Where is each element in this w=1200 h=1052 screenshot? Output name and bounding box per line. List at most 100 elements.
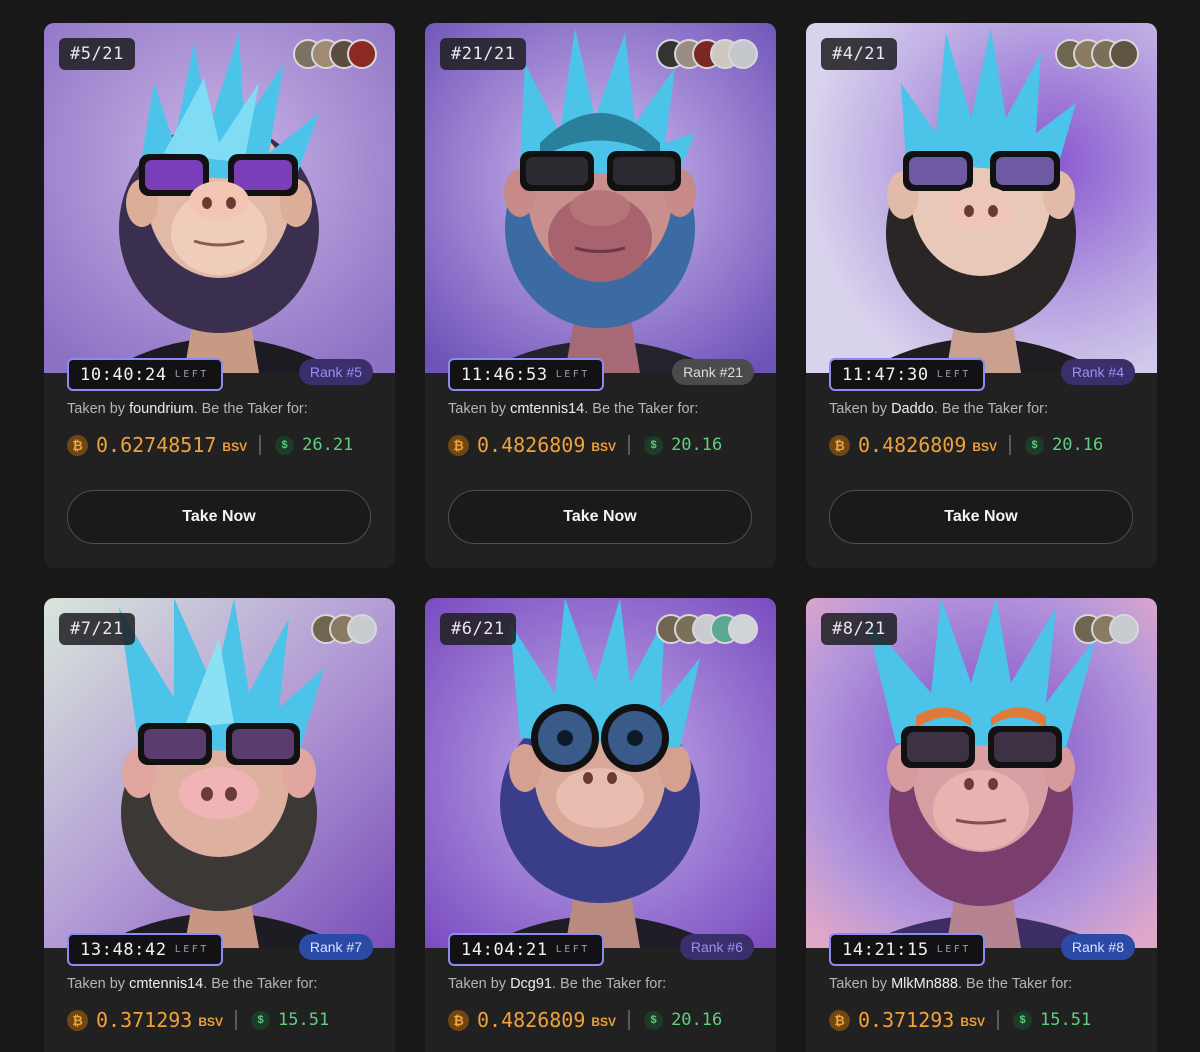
countdown-timer: 11:46:53 LEFT: [448, 358, 604, 391]
take-now-button[interactable]: Take Now: [448, 490, 752, 544]
ape-avatar-image: [44, 598, 395, 948]
nft-artwork[interactable]: #8/21: [806, 598, 1157, 948]
price-bsv: 0.4826809: [858, 433, 967, 457]
countdown-timer: 13:48:42 LEFT: [67, 933, 223, 966]
countdown-timer: 11:47:30 LEFT: [829, 358, 985, 391]
price-usd: 20.16: [671, 1010, 723, 1030]
nft-artwork[interactable]: #5/21: [44, 23, 395, 373]
price-bsv: 0.62748517: [96, 433, 217, 457]
owner-avatars[interactable]: [311, 614, 377, 644]
avatar[interactable]: [1109, 39, 1139, 69]
time-remaining: 13:48:42: [80, 939, 167, 960]
dollar-icon: $: [1025, 435, 1045, 455]
price-row: ₿ 0.62748517 BSV $ 26.21: [67, 433, 353, 457]
countdown-timer: 14:04:21 LEFT: [448, 933, 604, 966]
currency-unit: BSV: [591, 1015, 617, 1029]
take-now-button[interactable]: Take Now: [67, 490, 371, 544]
time-remaining: 14:21:15: [842, 939, 929, 960]
ape-avatar-image: [806, 23, 1157, 373]
divider: [235, 1010, 238, 1030]
taker-name[interactable]: Dcg91: [510, 976, 552, 992]
nft-artwork[interactable]: #7/21: [44, 598, 395, 948]
rank-badge: Rank #5: [298, 359, 373, 385]
dollar-icon: $: [251, 1010, 271, 1030]
time-remaining: 11:47:30: [842, 364, 929, 385]
nft-card[interactable]: #6/21 14:04:21 LEFT Rank #6 Taken by Dcg…: [425, 598, 776, 1052]
left-label: LEFT: [555, 369, 590, 380]
taker-name[interactable]: Daddo: [891, 401, 934, 417]
avatar[interactable]: [347, 39, 377, 69]
time-remaining: 10:40:24: [80, 364, 167, 385]
taken-by-text: Taken by MlkMn888. Be the Taker for:: [829, 976, 1073, 992]
left-label: LEFT: [936, 944, 971, 955]
owner-avatars[interactable]: [293, 39, 377, 69]
nft-card[interactable]: #21/21 11:46:53 LEFT Rank #21 Taken by c…: [425, 23, 776, 568]
avatar[interactable]: [728, 39, 758, 69]
edition-badge: #8/21: [821, 613, 897, 645]
price-bsv: 0.4826809: [477, 1008, 586, 1032]
ape-avatar-image: [425, 598, 776, 948]
owner-avatars[interactable]: [1073, 614, 1139, 644]
edition-badge: #5/21: [59, 38, 135, 70]
dollar-icon: $: [275, 435, 295, 455]
edition-badge: #6/21: [440, 613, 516, 645]
currency-unit: BSV: [198, 1015, 224, 1029]
price-usd: 20.16: [671, 435, 723, 455]
avatar[interactable]: [728, 614, 758, 644]
price-usd: 15.51: [1040, 1010, 1092, 1030]
avatar[interactable]: [347, 614, 377, 644]
rank-badge: Rank #21: [672, 359, 754, 385]
rank-badge: Rank #6: [679, 934, 754, 960]
price-row: ₿ 0.371293 BSV $ 15.51: [67, 1008, 329, 1032]
rank-badge: Rank #7: [298, 934, 373, 960]
price-usd: 15.51: [278, 1010, 330, 1030]
dollar-icon: $: [644, 1010, 664, 1030]
taker-name[interactable]: cmtennis14: [510, 401, 584, 417]
taker-name[interactable]: foundrium: [129, 401, 193, 417]
price-row: ₿ 0.4826809 BSV $ 20.16: [448, 1008, 722, 1032]
bitcoin-icon: ₿: [67, 1009, 88, 1031]
nft-card[interactable]: #8/21 14:21:15 LEFT Rank #8 Taken by Mlk…: [806, 598, 1157, 1052]
rank-badge: Rank #4: [1060, 359, 1135, 385]
edition-badge: #4/21: [821, 38, 897, 70]
price-bsv: 0.371293: [858, 1008, 955, 1032]
currency-unit: BSV: [591, 440, 617, 454]
left-label: LEFT: [555, 944, 590, 955]
nft-card[interactable]: #7/21 13:48:42 LEFT Rank #7 Taken by cmt…: [44, 598, 395, 1052]
bitcoin-icon: ₿: [829, 1009, 850, 1031]
nft-card[interactable]: #5/21 10:40:24 LEFT Rank #5 Taken by fou…: [44, 23, 395, 568]
divider: [1009, 435, 1012, 455]
taken-by-text: Taken by cmtennis14. Be the Taker for:: [448, 401, 699, 417]
taken-by-text: Taken by Daddo. Be the Taker for:: [829, 401, 1048, 417]
left-label: LEFT: [174, 944, 209, 955]
taken-by-text: Taken by Dcg91. Be the Taker for:: [448, 976, 667, 992]
bitcoin-icon: ₿: [448, 1009, 469, 1031]
rank-badge: Rank #8: [1060, 934, 1135, 960]
taken-by-text: Taken by foundrium. Be the Taker for:: [67, 401, 308, 417]
nft-artwork[interactable]: #4/21: [806, 23, 1157, 373]
edition-badge: #21/21: [440, 38, 527, 70]
taker-name[interactable]: cmtennis14: [129, 976, 203, 992]
owner-avatars[interactable]: [1055, 39, 1139, 69]
taker-name[interactable]: MlkMn888: [891, 976, 958, 992]
owner-avatars[interactable]: [656, 39, 758, 69]
price-bsv: 0.371293: [96, 1008, 193, 1032]
divider: [259, 435, 262, 455]
ape-avatar-image: [425, 23, 776, 373]
time-remaining: 11:46:53: [461, 364, 548, 385]
dollar-icon: $: [1013, 1010, 1033, 1030]
nft-card[interactable]: #4/21 11:47:30 LEFT Rank #4 Taken by Dad…: [806, 23, 1157, 568]
nft-artwork[interactable]: #6/21: [425, 598, 776, 948]
take-now-button[interactable]: Take Now: [829, 490, 1133, 544]
countdown-timer: 14:21:15 LEFT: [829, 933, 985, 966]
avatar[interactable]: [1109, 614, 1139, 644]
owner-avatars[interactable]: [656, 614, 758, 644]
nft-artwork[interactable]: #21/21: [425, 23, 776, 373]
price-row: ₿ 0.4826809 BSV $ 20.16: [829, 433, 1103, 457]
divider: [997, 1010, 1000, 1030]
bitcoin-icon: ₿: [448, 434, 469, 456]
left-label: LEFT: [174, 369, 209, 380]
bitcoin-icon: ₿: [829, 434, 850, 456]
ape-avatar-image: [44, 23, 395, 373]
bitcoin-icon: ₿: [67, 434, 88, 456]
